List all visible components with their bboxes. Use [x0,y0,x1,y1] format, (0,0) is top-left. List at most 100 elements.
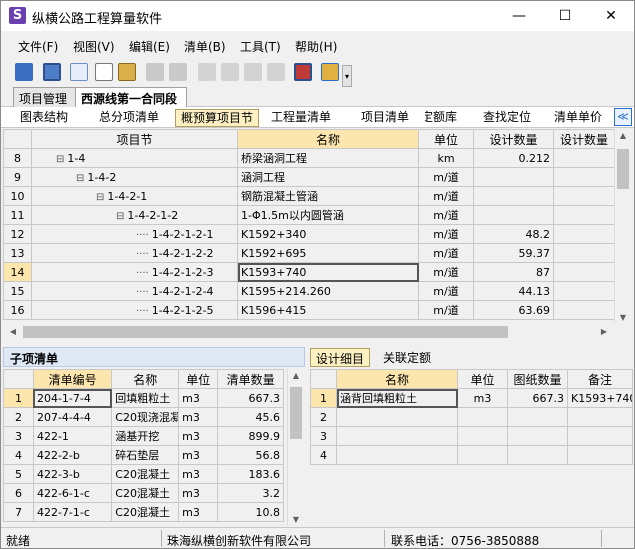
detail-header-note[interactable]: 备注 [567,369,633,389]
tab-general-items[interactable]: 总分项清单 [89,109,169,127]
bill-code-cell[interactable]: 422-3-b [32,464,113,484]
main-vertical-scrollbar[interactable]: ▲ ▼ [614,129,631,324]
bill-code-cell[interactable]: 207-4-4-4 [32,407,113,427]
sub-header-name[interactable]: 名称 [111,369,180,389]
main-horizontal-scrollbar[interactable]: ◀ ▶ [3,324,614,341]
close-button[interactable]: ✕ [588,1,634,31]
unit-cell[interactable]: m/道 [418,205,474,225]
row-number[interactable]: 15 [3,281,32,301]
detail-unit-cell[interactable] [457,445,508,465]
menu-view[interactable]: 视图(V) [73,38,115,55]
qty-cell[interactable]: 63.69 [473,300,554,320]
row-number[interactable]: 9 [3,167,32,187]
bill-unit-cell[interactable]: m3 [178,483,219,503]
qty2-cell[interactable] [553,243,615,263]
name-cell[interactable]: 钢筋混凝土管涵 [237,186,419,206]
unit-cell[interactable]: m/道 [418,300,474,320]
table-row[interactable]: 6 422-6-1-c C20混凝土 m3 3.2 [3,483,284,503]
tree-expander-icon[interactable]: ⊟ [56,154,64,165]
bill-name-cell[interactable]: C20现浇混凝土 [111,407,180,427]
row-number[interactable]: 12 [3,224,32,244]
bill-qty-cell[interactable]: 183.6 [217,464,284,484]
tab-related-quota[interactable]: 关联定额 [378,348,436,367]
bill-qty-cell[interactable]: 45.6 [217,407,284,427]
menu-file[interactable]: 文件(F) [18,38,58,55]
detail-qty-cell[interactable] [507,426,568,446]
bill-code-cell[interactable]: 204-1-7-4 [32,388,113,408]
detail-qty-cell[interactable] [507,407,568,427]
detail-note-cell[interactable]: K1593+740 [567,388,633,408]
menu-edit[interactable]: 编辑(E) [129,38,170,55]
qty2-cell[interactable] [553,186,615,206]
name-cell[interactable]: 涵洞工程 [237,167,419,187]
delete-icon[interactable] [169,63,187,81]
tree-cell[interactable]: ⊟ 1-4-2 [31,167,238,187]
arrow-right-icon[interactable] [221,63,239,81]
qty2-cell[interactable] [553,262,615,282]
scroll-right-icon[interactable]: ▶ [596,327,612,336]
tab-budget-sections[interactable]: 概预算项目节 [175,109,259,127]
table-row[interactable]: 5 422-3-b C20混凝土 m3 183.6 [3,464,284,484]
table-row[interactable]: 2 [310,407,633,427]
unit-cell[interactable]: m/道 [418,186,474,206]
detail-name-cell[interactable] [336,426,458,446]
row-number[interactable]: 2 [3,407,34,427]
bill-unit-cell[interactable]: m3 [178,426,219,446]
table-row[interactable]: 2207-4-4-4C20现浇混凝土m345.6 [3,407,284,427]
double-chevron-left-icon[interactable]: ≪ [614,108,632,126]
row-number[interactable]: 4 [310,445,337,465]
name-cell[interactable]: K1592+340 [237,224,419,244]
row-number[interactable]: 7 [3,502,34,522]
qty-cell[interactable]: 0.212 [473,148,554,168]
row-number[interactable]: 4 [3,445,34,465]
scroll-down-icon[interactable]: ▼ [615,313,631,322]
bill-qty-cell[interactable]: 667.3 [217,388,284,408]
tree-expander-icon[interactable]: ⊟ [96,192,104,203]
bill-unit-cell[interactable]: m3 [178,502,219,522]
table-row[interactable]: 1 204-1-7-4 回填粗粒土 m3 667.3 [3,388,284,408]
header-name[interactable]: 名称 [237,129,419,149]
qty-cell[interactable]: 59.37 [473,243,554,263]
detail-note-cell[interactable] [567,407,633,427]
table-row[interactable]: 11 ⊟ 1-4-2-1-2 1-Φ1.5m以内圆管涵 m/道 [3,205,615,225]
table-row[interactable]: 7 422-7-1-c C20混凝土 m3 10.8 [3,502,284,522]
detail-name-cell[interactable]: 涵背回填粗粒土 [336,388,458,408]
detail-header-unit[interactable]: 单位 [457,369,508,389]
sub-scroll-up-icon[interactable]: ▲ [288,371,304,380]
qty2-cell[interactable] [553,281,615,301]
table-row[interactable]: 8 ⊟ 1-4 桥梁涵洞工程 km 0.212 [3,148,615,168]
qty-cell[interactable]: 87 [473,262,554,282]
row-number[interactable]: 2 [310,407,337,427]
row-number[interactable]: 8 [3,148,32,168]
row-number[interactable]: 6 [3,483,34,503]
table-row[interactable]: 9 ⊟ 1-4-2 涵洞工程 m/道 [3,167,615,187]
detail-header-qty[interactable]: 图纸数量 [507,369,568,389]
bill-name-cell[interactable]: 碎石垫层 [111,445,180,465]
name-cell[interactable]: K1593+740 [237,262,419,282]
unit-cell[interactable]: km [418,148,474,168]
insert-icon[interactable] [146,63,164,81]
detail-note-cell[interactable] [567,445,633,465]
row-number[interactable]: 11 [3,205,32,225]
header-design-qty-2[interactable]: 设计数量 [553,129,615,149]
minimize-button[interactable]: — [496,1,542,31]
unit-cell[interactable]: m/道 [418,281,474,301]
row-number[interactable]: 10 [3,186,32,206]
tab-project-list[interactable]: 项目清单 [353,109,417,127]
bill-name-cell[interactable]: C20混凝土 [111,464,180,484]
sub-vertical-scrollbar[interactable]: ▲ ▼ [287,369,304,526]
tree-expander-icon[interactable]: ⊟ [116,211,124,222]
bill-qty-cell[interactable]: 10.8 [217,502,284,522]
paste-icon[interactable] [118,63,136,81]
tree-cell[interactable]: ···· 1-4-2-1-2-2 [31,243,238,263]
table-row[interactable]: 1 涵背回填粗粒土 m3 667.3 K1593+740 [310,388,633,408]
detail-note-cell[interactable] [567,426,633,446]
detail-qty-cell[interactable]: 667.3 [507,388,568,408]
row-number[interactable]: 14 [3,262,32,282]
copy-icon[interactable] [70,63,88,81]
detail-name-cell[interactable] [336,407,458,427]
tree-cell[interactable]: ⊟ 1-4-2-1 [31,186,238,206]
qty-cell[interactable]: 44.13 [473,281,554,301]
tab-contract-section[interactable]: 西源线第一合同段 [75,87,187,108]
header-unit[interactable]: 单位 [418,129,474,149]
